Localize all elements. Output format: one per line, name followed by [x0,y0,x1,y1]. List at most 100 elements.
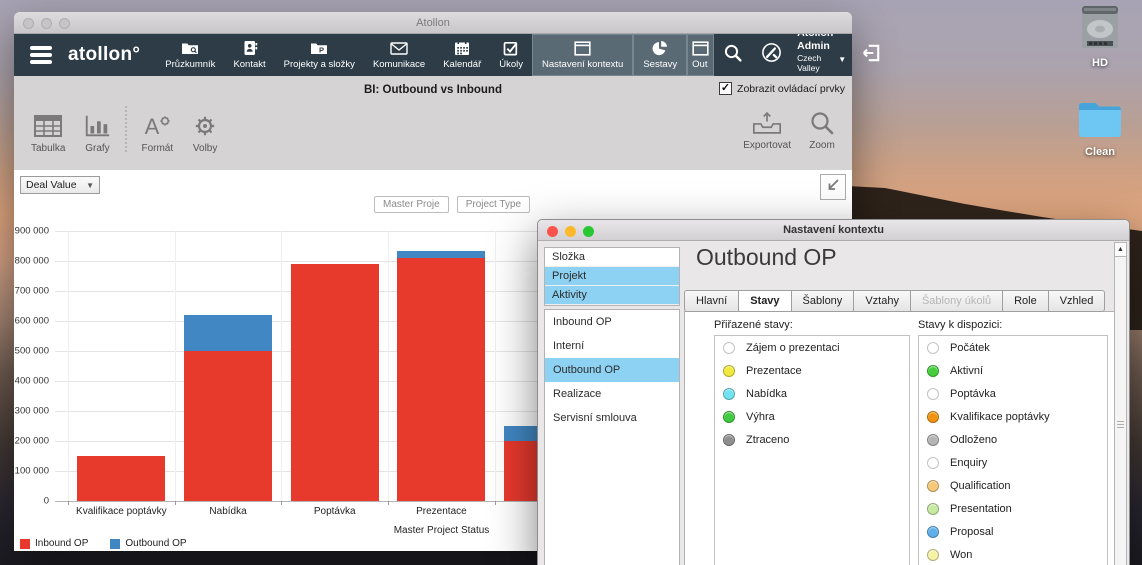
checkbox-label: Zobrazit ovládací prvky [737,83,845,95]
state-row[interactable]: Presentation [919,497,1107,520]
state-row[interactable]: Kvalifikace poptávky [919,405,1107,428]
folder-type-row[interactable]: Realizace [545,382,679,406]
state-row[interactable]: Nabídka [715,382,909,405]
nav-item-out[interactable]: Out [687,34,714,76]
search-button[interactable] [714,34,752,76]
state-label: Kvalifikace poptávky [950,411,1050,423]
desktop-icon-clean[interactable]: Clean [1064,100,1136,158]
state-row[interactable]: Zájem o prezentaci [715,336,909,359]
tool-exportovat[interactable]: Exportovat [734,106,800,151]
tool-tabulka[interactable]: Tabulka [22,109,74,154]
minimize-button[interactable] [41,18,52,29]
checkbox-check-icon[interactable]: ✓ [719,82,732,95]
folder-type-row[interactable]: Outbound OP [545,358,679,382]
group-by-button[interactable]: Master Proje [374,196,449,213]
tab-vzhled[interactable]: Vzhled [1048,290,1106,312]
state-color-dot [927,365,939,377]
measure-dropdown[interactable]: Deal Value ▼ [20,176,100,194]
state-row[interactable]: Výhra [715,405,909,428]
tab-hlavn-[interactable]: Hlavní [684,290,739,312]
state-label: Won [950,549,972,561]
state-row[interactable]: Prezentace [715,359,909,382]
x-axis-tick [68,501,69,505]
nav-item-label: Komunikace [373,59,425,70]
tool-label: Exportovat [743,140,791,151]
dialog-window-controls[interactable] [547,226,594,237]
explorer-folder-icon [181,40,199,56]
state-label: Aktivní [950,365,983,377]
bar-cell [175,231,282,501]
state-color-dot [723,342,735,354]
tool-grafy[interactable]: Grafy [74,109,120,154]
tab-stavy[interactable]: Stavy [738,290,791,312]
stacked-bar [397,251,485,502]
logout-button[interactable] [852,34,890,76]
state-color-dot [927,549,939,561]
y-tick-label: 600 000 [0,316,49,327]
tab-role[interactable]: Role [1002,290,1049,312]
zoom-button[interactable] [59,18,70,29]
bar-segment-inbound [291,264,379,501]
context-window-icon [574,40,591,56]
bar-cell [388,231,495,501]
close-button[interactable] [547,226,558,237]
tool-volby[interactable]: Volby [182,109,228,154]
nav-item-label: Kontakt [233,59,265,70]
context-type-row[interactable]: Složka [545,248,679,267]
state-color-dot [723,365,735,377]
window-icon [692,40,709,56]
state-label: Proposal [950,526,993,538]
window-controls[interactable] [23,18,70,29]
state-row[interactable]: Odloženo [919,428,1107,451]
tool-zoom[interactable]: Zoom [800,106,844,151]
context-type-row[interactable]: Aktivity [545,286,679,305]
nav-item-kalendar[interactable]: Kalendář [434,34,490,76]
state-row[interactable]: Aktivní [919,359,1107,382]
zoom-button[interactable] [583,226,594,237]
menu-icon[interactable] [20,46,62,64]
scrollbar-grip[interactable] [1117,421,1124,428]
folder-type-row[interactable]: Inbound OP [545,310,679,334]
state-row[interactable]: Proposal [919,520,1107,543]
user-menu[interactable]: Atollon Admin Czech Valley s.r.o. ▼ [791,27,852,82]
state-label: Enquiry [950,457,987,469]
show-controls-checkbox[interactable]: ✓ Zobrazit ovládací prvky [719,82,845,95]
state-row[interactable]: Won [919,543,1107,565]
group-by-button[interactable]: Project Type [457,196,530,213]
state-row[interactable]: Enquiry [919,451,1107,474]
close-button[interactable] [23,18,34,29]
folder-type-row[interactable]: Servisní smlouva [545,406,679,430]
toolbar-divider [125,106,127,152]
tool-format[interactable]: AFormát [132,109,182,154]
chart-legend: Inbound OPOutbound OP [20,538,187,549]
collapse-chart-button[interactable] [820,174,846,200]
tab--ablony[interactable]: Šablony [791,290,855,312]
chevron-down-icon: ▼ [86,181,94,190]
state-row[interactable]: Ztraceno [715,428,909,451]
state-row[interactable]: Poptávka [919,382,1107,405]
x-axis-tick [281,501,282,505]
tab--ablony-kol-[interactable]: Šablony úkolů [910,290,1003,312]
category-label: Nabídka [175,506,282,517]
dialog-titlebar[interactable]: Nastavení kontextu [538,220,1129,241]
tools-button[interactable] [752,34,791,76]
dialog-scrollbar[interactable]: ▲ [1114,242,1127,565]
state-label: Ztraceno [746,434,789,446]
nav-item-pruzkumnik[interactable]: Průzkumník [156,34,224,76]
folder-type-row[interactable]: Interní [545,334,679,358]
main-window-titlebar[interactable]: Atollon [14,12,852,34]
tab-vztahy[interactable]: Vztahy [853,290,911,312]
x-axis-tick [175,501,176,505]
desktop-icon-hd[interactable]: HD [1064,5,1136,69]
context-type-row[interactable]: Projekt [545,267,679,286]
nav-item-komunikace[interactable]: Komunikace [364,34,434,76]
nav-item-nastaveni-kontextu[interactable]: Nastavení kontextu [532,34,633,76]
nav-item-ukoly[interactable]: Úkoly [490,34,532,76]
scrollbar-up-arrow-icon[interactable]: ▲ [1115,243,1126,257]
minimize-button[interactable] [565,226,576,237]
state-row[interactable]: Qualification [919,474,1107,497]
nav-item-projekty-a-slozky[interactable]: PProjekty a složky [275,34,364,76]
state-row[interactable]: Počátek [919,336,1107,359]
nav-item-kontakt[interactable]: Kontakt [224,34,274,76]
nav-item-sestavy[interactable]: Sestavy [633,34,687,76]
